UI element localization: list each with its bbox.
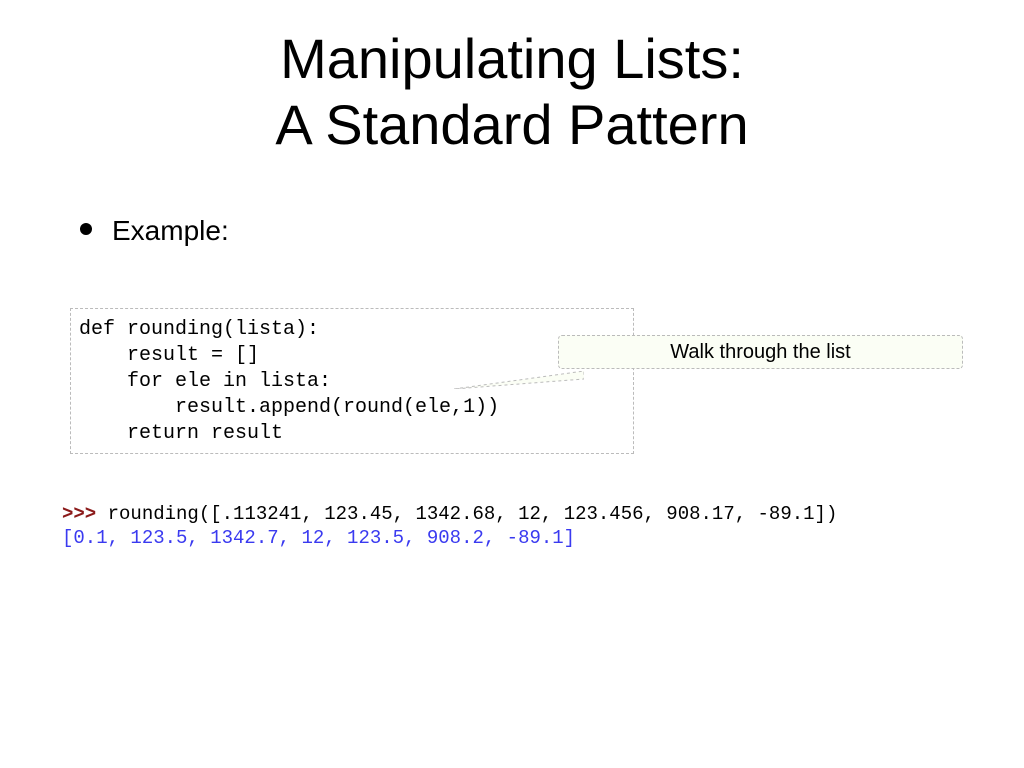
title-line-2: A Standard Pattern xyxy=(275,93,748,156)
code-line-3: for ele in lista: xyxy=(79,370,331,393)
title-line-1: Manipulating Lists: xyxy=(280,27,744,90)
code-line-1: def rounding(lista): xyxy=(79,318,319,341)
slide-title: Manipulating Lists: A Standard Pattern xyxy=(0,26,1024,158)
bullet-row: Example: xyxy=(80,215,229,247)
repl-result: [0.1, 123.5, 1342.7, 12, 123.5, 908.2, -… xyxy=(62,527,575,549)
slide: Manipulating Lists: A Standard Pattern E… xyxy=(0,0,1024,768)
repl-prompt: >>> xyxy=(62,503,96,525)
code-line-4: result.append(round(ele,1)) xyxy=(79,396,499,419)
code-line-5: return result xyxy=(79,422,283,445)
repl-input: rounding([.113241, 123.45, 1342.68, 12, … xyxy=(96,503,837,525)
bullet-text: Example: xyxy=(112,215,229,247)
code-block: def rounding(lista): result = [] for ele… xyxy=(70,308,634,454)
bullet-dot-icon xyxy=(80,223,92,235)
code-line-2: result = [] xyxy=(79,344,259,367)
repl-output: >>> rounding([.113241, 123.45, 1342.68, … xyxy=(62,502,837,550)
callout-text: Walk through the list xyxy=(670,341,850,364)
callout-box: Walk through the list xyxy=(558,335,963,369)
